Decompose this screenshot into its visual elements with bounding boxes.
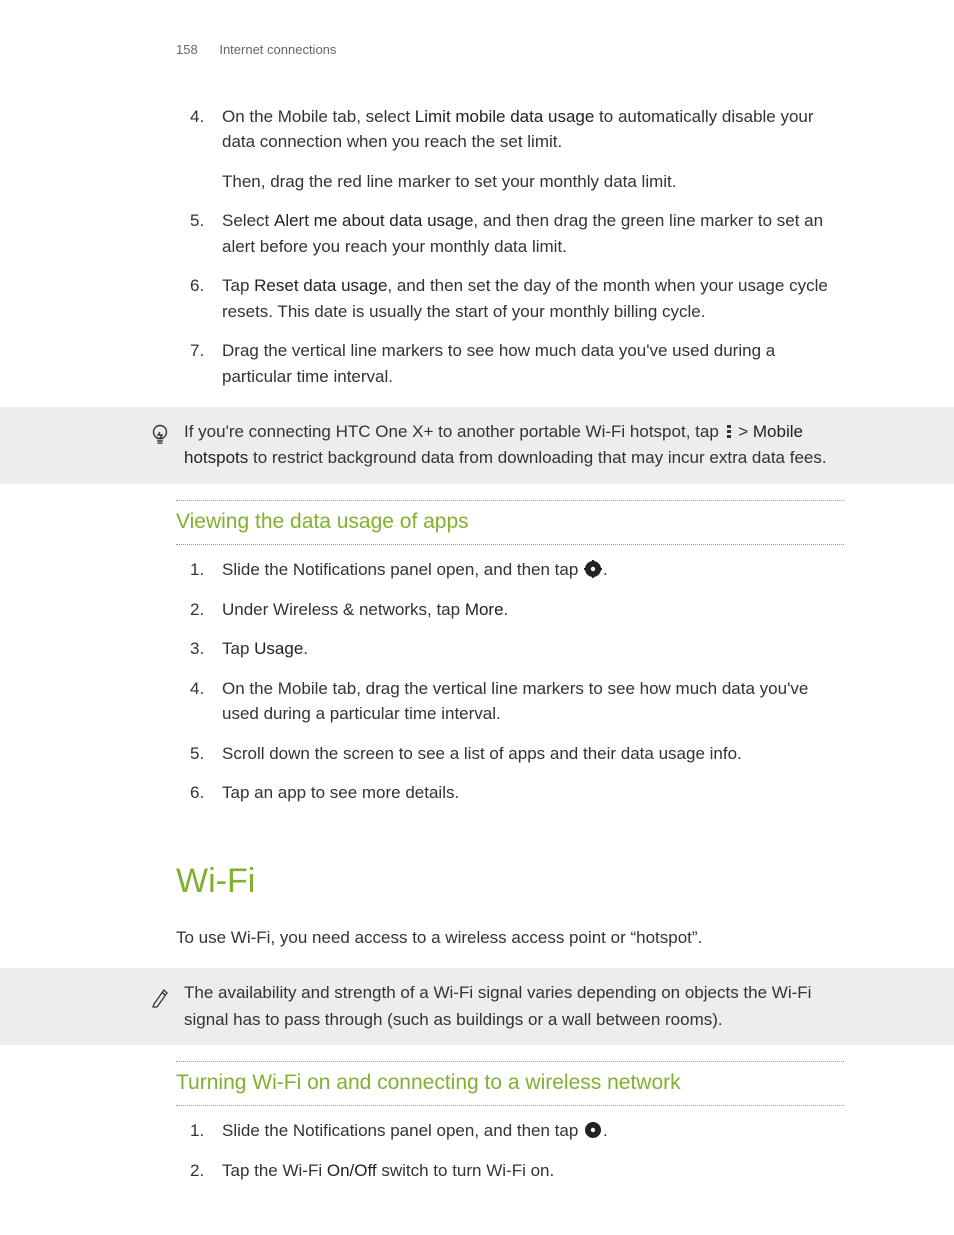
page-number: 158 [176,40,198,60]
tip-callout: If you're connecting HTC One X+ to anoth… [0,407,954,484]
main-heading-wifi: Wi-Fi [176,856,844,907]
step-b4: On the Mobile tab, drag the vertical lin… [190,676,844,727]
section-heading-viewing: Viewing the data usage of apps [176,506,844,542]
step-4-sub: Then, drag the red line marker to set yo… [222,169,844,195]
steps-list-c: Slide the Notifications panel open, and … [176,1118,844,1183]
wifi-intro: To use Wi-Fi, you need access to a wirel… [176,925,844,951]
step-b5: Scroll down the screen to see a list of … [190,741,844,767]
pencil-icon [150,980,184,1033]
steps-list-b: Slide the Notifications panel open, and … [176,557,844,806]
section-heading-turning: Turning Wi-Fi on and connecting to a wir… [176,1067,844,1103]
lightbulb-icon [150,419,184,472]
bold-limit-mobile: Limit mobile data usage [415,107,595,126]
step-b2: Under Wireless & networks, tap More. [190,597,844,623]
overflow-menu-icon [725,424,733,440]
page-header: 158 Internet connections [0,40,954,60]
header-section: Internet connections [219,42,336,57]
gear-icon [584,1121,602,1139]
step-b1: Slide the Notifications panel open, and … [190,557,844,583]
steps-list-a: On the Mobile tab, select Limit mobile d… [176,104,844,390]
bold-alert-me: Alert me about data usage [274,211,473,230]
step-4: On the Mobile tab, select Limit mobile d… [190,104,844,195]
step-c1: Slide the Notifications panel open, and … [190,1118,844,1144]
step-c2: Tap the Wi-Fi On/Off switch to turn Wi-F… [190,1158,844,1184]
step-b6: Tap an app to see more details. [190,780,844,806]
gear-icon [584,560,602,578]
step-7: Drag the vertical line markers to see ho… [190,338,844,389]
step-6: Tap Reset data usage, and then set the d… [190,273,844,324]
step-5: Select Alert me about data usage, and th… [190,208,844,259]
bold-reset-data: Reset data usage [254,276,387,295]
step-b3: Tap Usage. [190,636,844,662]
note-callout: The availability and strength of a Wi-Fi… [0,968,954,1045]
